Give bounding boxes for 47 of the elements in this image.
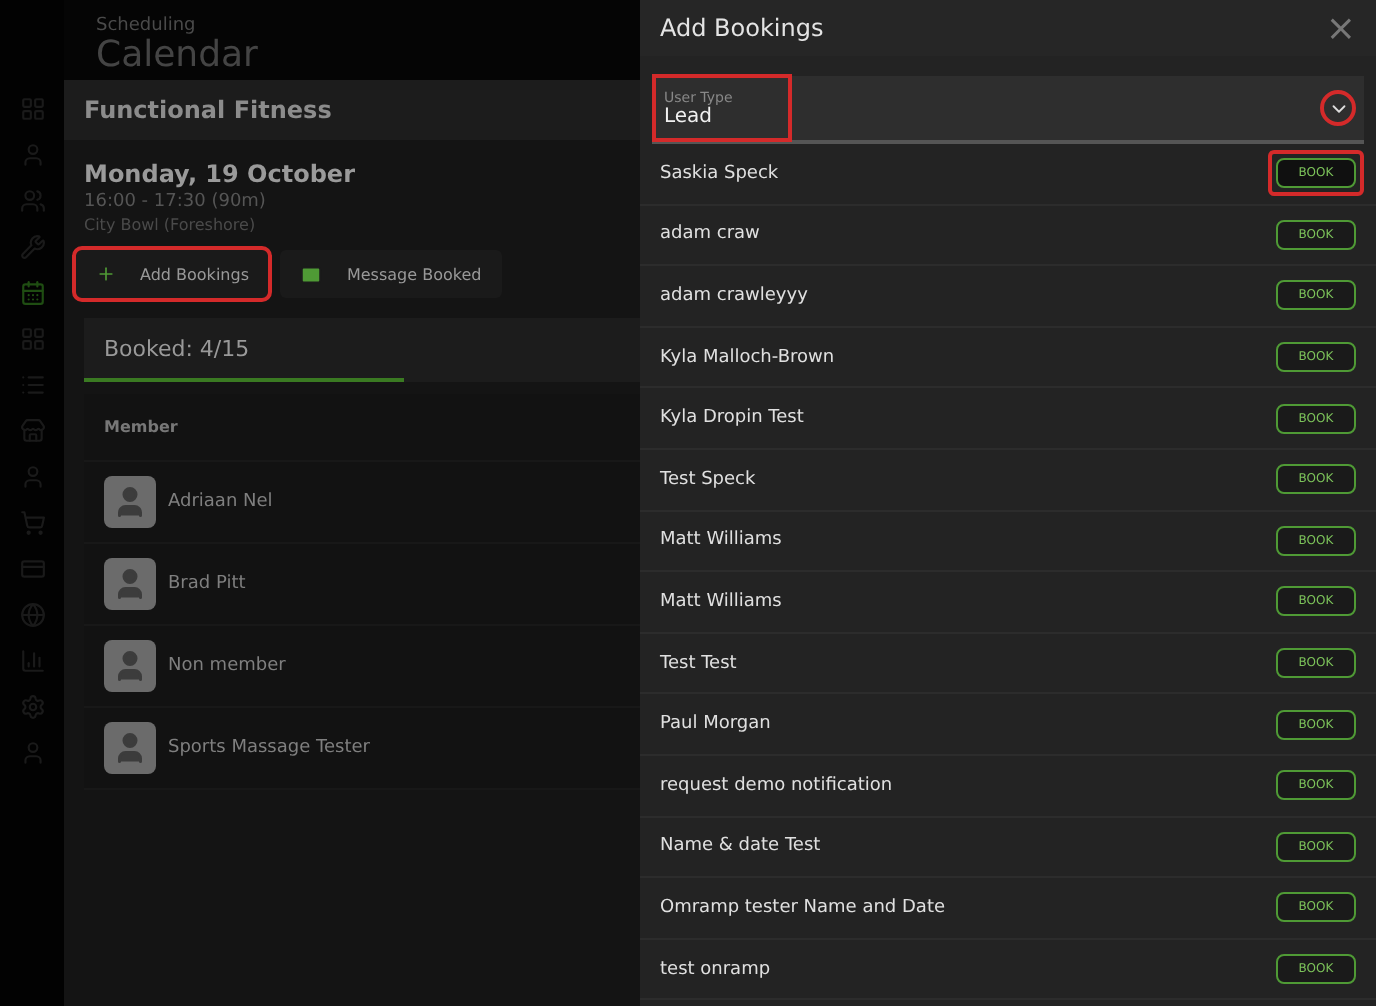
card-icon[interactable]	[19, 556, 45, 582]
section-label: Scheduling	[96, 16, 198, 36]
person-name: adam crawleyyy	[660, 285, 808, 306]
panel-title: Functional Fitness	[64, 80, 640, 140]
person-name: test onramp	[660, 959, 771, 980]
person-name: adam craw	[660, 224, 760, 245]
settings-icon[interactable]	[19, 694, 45, 720]
person-name: Test Test	[660, 653, 737, 674]
drawer-title: Add Bookings	[660, 14, 824, 42]
user-icon[interactable]	[19, 142, 45, 168]
avatar-icon	[104, 558, 156, 610]
person-name: Test Speck	[660, 469, 756, 490]
user-icon[interactable]	[19, 740, 45, 766]
users-icon[interactable]	[19, 188, 45, 214]
calendar-icon[interactable]	[19, 280, 45, 306]
chart-icon[interactable]	[19, 648, 45, 674]
wrench-icon[interactable]	[19, 234, 45, 260]
class-date: Monday, 19 October	[84, 160, 357, 188]
message-button[interactable]: Message Booked	[280, 250, 502, 298]
avatar-icon	[104, 476, 156, 528]
globe-icon[interactable]	[19, 602, 45, 628]
person-name: request demo notification	[660, 775, 893, 796]
member-name: Sports Massage Tester	[168, 738, 370, 758]
page-title: Calendar	[96, 36, 260, 76]
plus-icon	[96, 264, 116, 284]
member-name: Non member	[168, 656, 286, 676]
person-name: Kyla Malloch-Brown	[660, 347, 835, 368]
store-icon[interactable]	[19, 418, 45, 444]
add-bookings-button[interactable]: Add Bookings	[76, 250, 269, 298]
field-value: Lead	[664, 105, 715, 127]
chevron-icon[interactable]	[1320, 90, 1356, 126]
class-time: 16:00 - 17:30 (90m)	[84, 192, 268, 212]
grid-icon[interactable]	[19, 326, 45, 352]
user-icon[interactable]	[19, 464, 45, 490]
person-name: Matt Williams	[660, 530, 782, 551]
person-name: Omramp tester Name and Date	[660, 897, 946, 918]
person-name: Saskia Speck	[660, 163, 779, 184]
person-name: Matt Williams	[660, 591, 782, 612]
member-name: Adriaan Nel	[168, 492, 273, 512]
member-name: Brad Pitt	[168, 574, 246, 594]
person-name: Name & date Test	[660, 836, 821, 857]
grid-icon[interactable]	[19, 96, 45, 122]
avatar-icon	[104, 722, 156, 774]
cart-icon[interactable]	[19, 510, 45, 536]
person-name: Kyla Dropin Test	[660, 408, 804, 429]
person-name: Paul Morgan	[660, 714, 771, 735]
avatar-icon	[104, 640, 156, 692]
